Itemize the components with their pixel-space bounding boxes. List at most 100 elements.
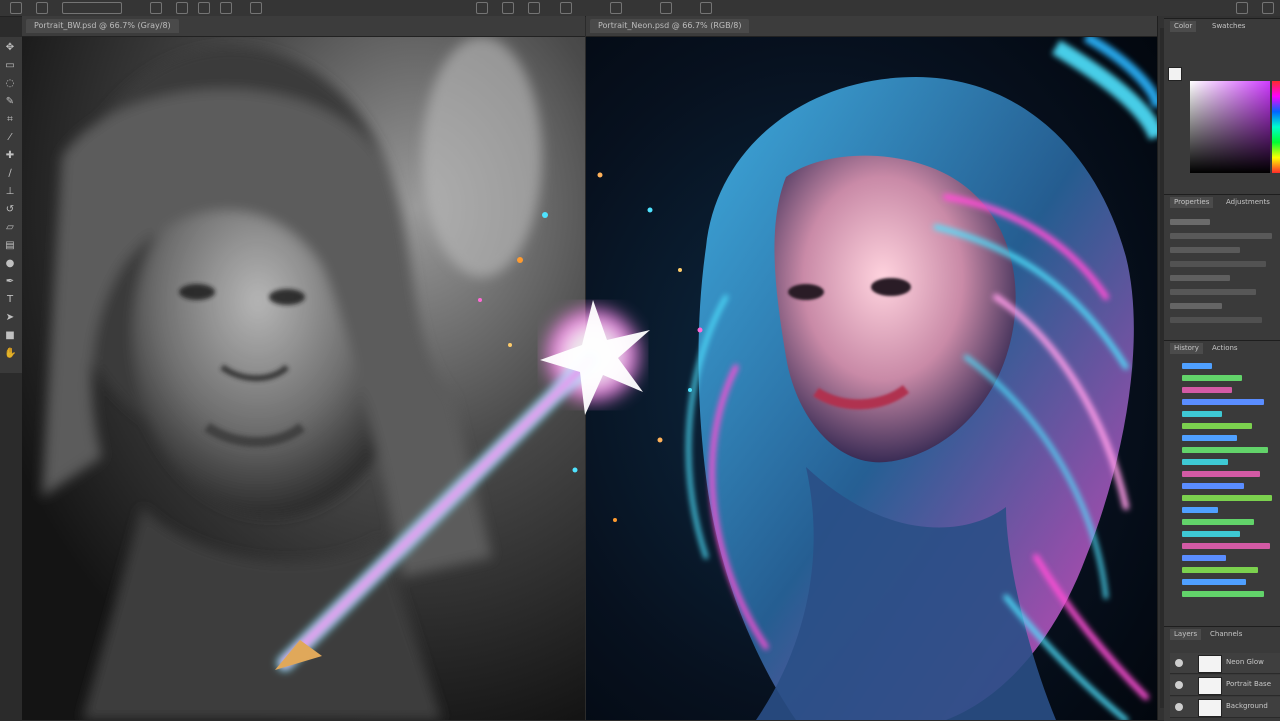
- layer-name: Portrait Base: [1226, 680, 1272, 688]
- layer-thumbnail: [1198, 699, 1222, 717]
- tab-label: Portrait_BW.psd @ 66.7% (Gray/8): [34, 21, 171, 30]
- history-item[interactable]: [1182, 387, 1232, 393]
- layer-thumbnail: [1198, 655, 1222, 673]
- eye-icon[interactable]: [1175, 681, 1183, 689]
- property-row[interactable]: [1170, 233, 1272, 239]
- grayscale-portrait-image: [22, 37, 585, 720]
- layer-row[interactable]: Neon Glow: [1170, 653, 1280, 674]
- history-item[interactable]: [1182, 423, 1252, 429]
- history-item[interactable]: [1182, 543, 1270, 549]
- canvas-right[interactable]: [586, 37, 1157, 720]
- tab-label: Actions: [1212, 344, 1238, 352]
- eye-icon[interactable]: [1175, 659, 1183, 667]
- undo-icon[interactable]: [10, 2, 22, 14]
- canvas-left[interactable]: [22, 37, 585, 720]
- crop-icon[interactable]: ⌗: [4, 115, 16, 125]
- history-item[interactable]: [1182, 447, 1268, 453]
- layers-panel: Layers Channels Neon Glow Portrait Base …: [1164, 626, 1280, 721]
- property-row[interactable]: [1170, 275, 1230, 281]
- type-icon[interactable]: T: [4, 295, 16, 305]
- tab-layers[interactable]: Layers: [1170, 629, 1202, 640]
- redo-icon[interactable]: [36, 2, 48, 14]
- view-extras-icon[interactable]: [476, 2, 488, 14]
- history-item[interactable]: [1182, 399, 1264, 405]
- tab-properties[interactable]: Properties: [1170, 197, 1214, 208]
- warp-icon[interactable]: [220, 2, 232, 14]
- align-icon[interactable]: [150, 2, 162, 14]
- workspace-icon[interactable]: [610, 2, 622, 14]
- layer-name: Background: [1226, 702, 1268, 710]
- history-item[interactable]: [1182, 483, 1244, 489]
- history-item[interactable]: [1182, 567, 1258, 573]
- tab-channels[interactable]: Channels: [1206, 629, 1247, 640]
- property-row[interactable]: [1170, 219, 1210, 225]
- history-brush-icon[interactable]: ↺: [4, 205, 16, 215]
- move-icon[interactable]: ✥: [4, 43, 16, 53]
- tab-label: Portrait_Neon.psd @ 66.7% (RGB/8): [598, 21, 742, 30]
- history-item[interactable]: [1182, 411, 1222, 417]
- history-item[interactable]: [1182, 579, 1246, 585]
- pen-icon[interactable]: ✒: [4, 277, 16, 287]
- tab-color[interactable]: Color: [1170, 21, 1197, 32]
- healing-icon[interactable]: ✚: [4, 151, 16, 161]
- property-row[interactable]: [1170, 289, 1256, 295]
- history-item[interactable]: [1182, 519, 1254, 525]
- share-icon[interactable]: [700, 2, 712, 14]
- history-item[interactable]: [1182, 363, 1212, 369]
- arrange-icon[interactable]: [502, 2, 514, 14]
- brush-icon[interactable]: ∕: [4, 169, 16, 179]
- screen-mode-icon[interactable]: [560, 2, 572, 14]
- close-icon[interactable]: [1262, 2, 1274, 14]
- tab-label: Layers: [1174, 630, 1198, 638]
- tools-panel: ✥ ▭ ◌ ✎ ⌗ ⁄ ✚ ∕ ⊥ ↺ ▱ ▤ ● ✒ T ➤ ■ ✋: [0, 37, 23, 373]
- tab-swatches[interactable]: Swatches: [1208, 21, 1250, 32]
- 3d-icon[interactable]: [250, 2, 262, 14]
- properties-panel: Properties Adjustments: [1164, 194, 1280, 341]
- history-item[interactable]: [1182, 507, 1218, 513]
- color-field[interactable]: [1190, 81, 1270, 173]
- clone-stamp-icon[interactable]: ⊥: [4, 187, 16, 197]
- shape-icon[interactable]: ■: [4, 331, 16, 341]
- tab-actions[interactable]: Actions: [1208, 343, 1242, 354]
- lasso-icon[interactable]: ◌: [4, 79, 16, 89]
- history-item[interactable]: [1182, 495, 1272, 501]
- transform-icon[interactable]: [198, 2, 210, 14]
- distribute-icon[interactable]: [176, 2, 188, 14]
- history-item[interactable]: [1182, 591, 1264, 597]
- minimize-icon[interactable]: [1236, 2, 1248, 14]
- gradient-icon[interactable]: ▤: [4, 241, 16, 251]
- path-select-icon[interactable]: ➤: [4, 313, 16, 323]
- tool-preset-picker[interactable]: [62, 2, 122, 14]
- search-icon[interactable]: [660, 2, 672, 14]
- marquee-icon[interactable]: ▭: [4, 61, 16, 71]
- hand-icon[interactable]: ✋: [4, 349, 16, 359]
- history-panel: History Actions: [1164, 340, 1280, 627]
- tab-adjustments[interactable]: Adjustments: [1222, 197, 1274, 208]
- history-item[interactable]: [1182, 471, 1260, 477]
- history-item[interactable]: [1182, 375, 1242, 381]
- dodge-icon[interactable]: ●: [4, 259, 16, 269]
- zoom-level-icon[interactable]: [528, 2, 540, 14]
- foreground-color-swatch[interactable]: [1168, 67, 1182, 81]
- tab-label: Channels: [1210, 630, 1243, 638]
- tab-portrait-neon[interactable]: Portrait_Neon.psd @ 66.7% (RGB/8): [590, 19, 750, 33]
- eye-icon[interactable]: [1175, 703, 1183, 711]
- property-row[interactable]: [1170, 317, 1262, 323]
- history-item[interactable]: [1182, 531, 1240, 537]
- tab-history[interactable]: History: [1170, 343, 1203, 354]
- layer-row[interactable]: Portrait Base: [1170, 675, 1280, 696]
- history-item[interactable]: [1182, 459, 1228, 465]
- history-item[interactable]: [1182, 435, 1237, 441]
- eraser-icon[interactable]: ▱: [4, 223, 16, 233]
- property-row[interactable]: [1170, 261, 1266, 267]
- document-tabbar-right: Portrait_Neon.psd @ 66.7% (RGB/8): [586, 16, 1157, 37]
- history-item[interactable]: [1182, 555, 1226, 561]
- property-row[interactable]: [1170, 303, 1222, 309]
- layer-row[interactable]: Background: [1170, 697, 1280, 718]
- quick-select-icon[interactable]: ✎: [4, 97, 16, 107]
- hue-slider[interactable]: [1272, 81, 1280, 173]
- tab-portrait-bw[interactable]: Portrait_BW.psd @ 66.7% (Gray/8): [26, 19, 179, 33]
- eyedropper-icon[interactable]: ⁄: [4, 133, 16, 143]
- property-row[interactable]: [1170, 247, 1240, 253]
- tab-label: Adjustments: [1226, 198, 1270, 206]
